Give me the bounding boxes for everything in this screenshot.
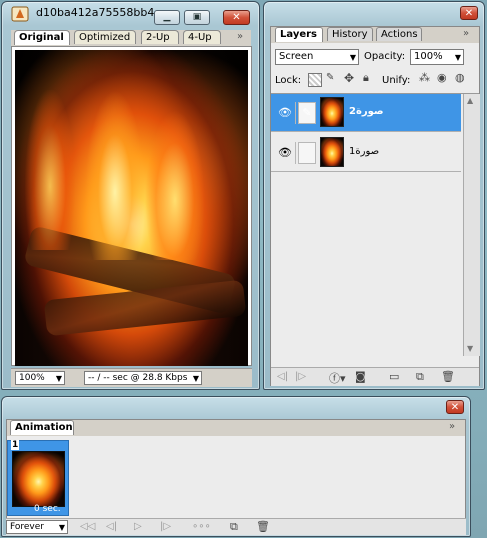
animation-frame[interactable]: 1 0 sec. <box>7 440 69 516</box>
dropdown-arrow-icon: ▼ <box>454 53 461 62</box>
document-tab-strip: Original Optimized 2-Up 4-Up » <box>11 30 251 46</box>
layers-toolbar: ◁| |▷ ⓕ▾ ◙ ▭ ⧉ 🗑︎ <box>271 367 479 386</box>
close-button[interactable]: ✕ <box>223 10 250 25</box>
layer-name[interactable]: صورة1 <box>349 146 379 157</box>
minimize-button[interactable]: ▁ <box>154 10 180 25</box>
lock-all-icon[interactable]: 🔒︎ <box>363 71 369 85</box>
tab-optimized[interactable]: Optimized <box>74 30 136 44</box>
download-time-value: -- / -- sec @ 28.8 Kbps <box>88 373 188 383</box>
tab-layers[interactable]: Layers <box>275 27 323 42</box>
document-window: d10ba412a75558bb4... ▁ ▣ ✕ Original Opti… <box>1 1 260 390</box>
play-icon[interactable]: ▷ <box>134 521 142 532</box>
unify-style-icon[interactable]: ◍ <box>455 71 465 84</box>
tab-original[interactable]: Original <box>14 30 70 45</box>
layer-thumbnail <box>320 137 344 167</box>
tab-actions[interactable]: Actions <box>376 27 422 41</box>
animation-window: ✕ Animation » 1 0 sec. Forever ▼ ◁◁ ◁| ▷… <box>1 396 471 537</box>
dropdown-arrow-icon: ▼ <box>192 374 199 383</box>
zoom-dropdown[interactable]: 100% ▼ <box>15 371 65 385</box>
frame-number: 1 <box>11 440 20 450</box>
dropdown-arrow-icon: ▼ <box>58 523 65 532</box>
maximize-icon: ▣ <box>192 12 202 22</box>
layers-window: ✕ Layers History Actions » Screen ▼ Opac… <box>263 1 485 390</box>
add-mask-icon[interactable]: ◙ <box>355 370 366 383</box>
dropdown-arrow-icon: ▼ <box>55 374 62 383</box>
minimize-icon: ▁ <box>163 12 171 22</box>
animation-tab-strip: Animation » <box>7 420 465 436</box>
dropdown-arrow-icon: ▼ <box>349 53 356 62</box>
document-status-bar: 100% ▼ -- / -- sec @ 28.8 Kbps ▼ <box>11 368 252 387</box>
link-box[interactable] <box>298 142 316 164</box>
opacity-value: 100% <box>414 51 443 62</box>
previous-frame-icon[interactable]: ◁| <box>277 371 288 382</box>
previous-frame-icon[interactable]: ◁| <box>106 521 117 532</box>
visibility-eye-icon[interactable]: 👁︎ <box>275 102 296 124</box>
animation-panel: Animation » <box>6 419 466 534</box>
lock-label: Lock: <box>275 75 302 86</box>
layer-name[interactable]: صورة2 <box>349 106 384 117</box>
tab-2up[interactable]: 2-Up <box>141 30 179 44</box>
layer-row[interactable]: 👁︎ صورة1 <box>271 134 461 172</box>
lock-transparency-icon[interactable] <box>308 73 322 87</box>
frame-delay[interactable]: 0 sec. <box>34 504 61 514</box>
layers-scrollbar[interactable]: ▲ ▼ <box>463 94 480 356</box>
tab-history[interactable]: History <box>327 27 373 41</box>
next-frame-icon[interactable]: |▷ <box>160 521 171 532</box>
fire-image <box>15 50 248 366</box>
lock-paint-icon[interactable]: ✎ <box>326 72 334 83</box>
animation-toolbar: Forever ▼ ◁◁ ◁| ▷ |▷ ∘∘∘ ⧉ 🗑︎ <box>6 518 466 535</box>
lock-move-icon[interactable]: ✥ <box>344 71 354 85</box>
blend-mode-dropdown[interactable]: Screen ▼ <box>275 49 359 65</box>
opacity-label: Opacity: <box>364 51 406 62</box>
layer-row[interactable]: 👁︎ ✎ صورة2 <box>271 94 461 132</box>
layer-list: 👁︎ ✎ صورة2 👁︎ صورة1 ▲ ▼ <box>271 93 480 356</box>
visibility-eye-icon[interactable]: 👁︎ <box>275 142 296 164</box>
maximize-button[interactable]: ▣ <box>184 10 210 25</box>
tween-icon[interactable]: ∘∘∘ <box>192 521 211 532</box>
document-title: d10ba412a75558bb4... <box>36 6 156 19</box>
download-time-dropdown[interactable]: -- / -- sec @ 28.8 Kbps ▼ <box>84 371 202 385</box>
panel-menu-icon[interactable]: » <box>463 28 469 39</box>
animation-close-button[interactable]: ✕ <box>446 400 464 414</box>
layer-thumbnail <box>320 97 344 127</box>
scroll-down-icon[interactable]: ▼ <box>467 344 473 353</box>
add-layer-style-icon[interactable]: ⓕ▾ <box>329 370 346 386</box>
layers-tab-strip: Layers History Actions » <box>271 27 479 43</box>
close-icon: ✕ <box>464 8 474 19</box>
canvas-area[interactable] <box>11 46 252 366</box>
close-icon: ✕ <box>450 402 460 413</box>
zoom-value: 100% <box>19 373 45 383</box>
layers-close-button[interactable]: ✕ <box>460 6 478 20</box>
layers-panel: Layers History Actions » Screen ▼ Opacit… <box>270 26 480 386</box>
scroll-up-icon[interactable]: ▲ <box>467 96 473 105</box>
loop-dropdown[interactable]: Forever ▼ <box>6 520 68 534</box>
duplicate-frame-icon[interactable]: ⧉ <box>230 520 238 534</box>
delete-frame-icon[interactable]: 🗑︎ <box>256 520 270 533</box>
imageready-app-icon <box>11 6 29 22</box>
tab-animation[interactable]: Animation <box>10 420 74 435</box>
brush-icon[interactable]: ✎ <box>298 102 316 124</box>
trash-icon[interactable]: 🗑︎ <box>441 370 455 383</box>
tab-4up[interactable]: 4-Up <box>183 30 221 44</box>
unify-position-icon[interactable]: ⁂ <box>419 71 430 84</box>
first-frame-icon[interactable]: ◁◁ <box>80 521 95 532</box>
opacity-field[interactable]: 100% ▼ <box>410 49 464 65</box>
new-layer-icon[interactable]: ⧉ <box>416 370 424 384</box>
new-layer-set-icon[interactable]: ▭ <box>389 370 399 383</box>
next-frame-icon[interactable]: |▷ <box>295 371 306 382</box>
frame-thumbnail <box>12 451 65 507</box>
unify-label: Unify: <box>382 75 411 86</box>
close-icon: ✕ <box>232 12 241 23</box>
panel-menu-icon[interactable]: » <box>449 421 455 432</box>
loop-value: Forever <box>10 522 44 532</box>
blend-mode-value: Screen <box>279 51 314 62</box>
unify-visibility-icon[interactable]: ◉ <box>437 71 447 84</box>
panel-menu-icon[interactable]: » <box>237 31 243 42</box>
